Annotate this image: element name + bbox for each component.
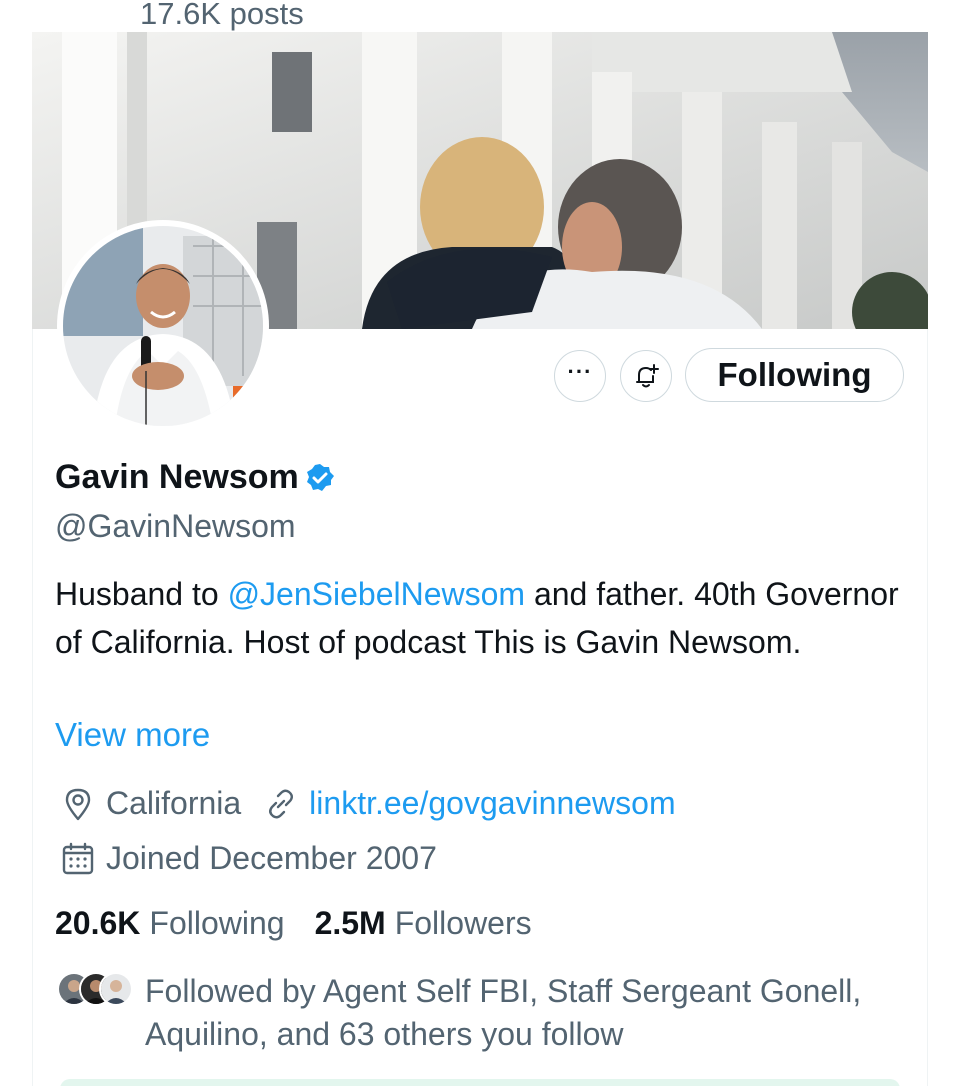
more-icon: ··· — [567, 359, 593, 384]
followers-label: Followers — [394, 905, 532, 941]
name-row: Gavin Newsom — [55, 458, 335, 497]
notifications-button[interactable] — [620, 350, 672, 402]
follow-stats: 20.6K Following 2.5M Followers — [55, 905, 562, 942]
verified-badge-icon[interactable] — [305, 463, 335, 493]
following-label: Following — [149, 905, 285, 941]
refresh-icon[interactable] — [790, 0, 820, 6]
location-text: California — [106, 785, 242, 821]
following-stat[interactable]: 20.6K Following — [55, 905, 285, 942]
back-arrow-icon[interactable] — [55, 0, 85, 6]
avatar — [99, 972, 133, 1006]
avatar — [63, 226, 263, 426]
following-button[interactable]: Following — [685, 348, 904, 402]
followers-count: 2.5M — [314, 905, 386, 941]
followed-by-text: Followed by Agent Self FBI, Staff Sergea… — [145, 973, 862, 1052]
profile-bio: Husband to @JenSiebelNewsom and father. … — [55, 570, 905, 666]
display-name: Gavin Newsom — [55, 458, 299, 496]
post-count: 17.6K posts — [140, 0, 304, 31]
bell-plus-icon — [636, 364, 659, 388]
avatar-image — [63, 226, 263, 426]
following-count: 20.6K — [55, 905, 141, 941]
link-icon — [269, 789, 294, 818]
followed-by-avatars — [57, 972, 135, 1008]
joined-row: Joined December 2007 — [60, 840, 437, 877]
profile-avatar[interactable] — [57, 220, 269, 432]
bio-mention-link[interactable]: @JenSiebelNewsom — [228, 576, 526, 612]
followed-by-row[interactable]: Followed by Agent Self FBI, Staff Sergea… — [57, 970, 875, 1056]
more-button[interactable]: ··· — [554, 350, 606, 402]
bio-prefix: Husband to — [55, 576, 228, 612]
location-pin-icon — [65, 788, 91, 820]
view-more-link[interactable]: View more — [55, 716, 210, 754]
user-handle: @GavinNewsom — [55, 508, 296, 544]
website-link[interactable]: linktr.ee/govgavinnewsom — [309, 785, 675, 822]
profile-meta-row: California linktr.ee/govgavinnewsom — [60, 785, 676, 822]
profile-top-bar: 17.6K posts — [0, 0, 960, 33]
search-icon[interactable] — [870, 0, 900, 6]
calendar-icon — [62, 842, 94, 874]
bottom-banner-strip — [60, 1079, 900, 1086]
followers-stat[interactable]: 2.5M Followers — [315, 905, 532, 942]
joined-date: Joined December 2007 — [106, 840, 437, 876]
